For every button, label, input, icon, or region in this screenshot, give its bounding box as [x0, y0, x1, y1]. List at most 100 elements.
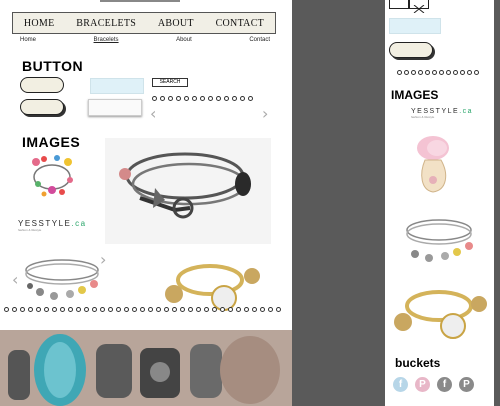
carousel-dot[interactable] — [192, 96, 197, 101]
carousel-dot[interactable] — [148, 307, 153, 312]
carousel-dot[interactable] — [168, 96, 173, 101]
carousel-dot[interactable] — [208, 96, 213, 101]
carousel-dot[interactable] — [220, 307, 225, 312]
carousel-dot[interactable] — [232, 96, 237, 101]
carousel-dot[interactable] — [240, 96, 245, 101]
nav-contact[interactable]: CONTACT — [216, 18, 265, 29]
carousel-dot[interactable] — [4, 307, 9, 312]
carousel-dot[interactable] — [100, 307, 105, 312]
carousel-dot[interactable] — [224, 96, 229, 101]
carousel-dot[interactable] — [92, 307, 97, 312]
carousel-dot[interactable] — [446, 70, 451, 75]
carousel-dot[interactable] — [124, 307, 129, 312]
carousel-dot[interactable] — [467, 70, 472, 75]
carousel-dot[interactable] — [252, 307, 257, 312]
close-icon[interactable] — [409, 0, 429, 14]
carousel-dot[interactable] — [411, 70, 416, 75]
carousel-dot[interactable] — [132, 307, 137, 312]
carousel-dot[interactable] — [397, 70, 402, 75]
carousel-dot[interactable] — [425, 70, 430, 75]
carousel-dot[interactable] — [200, 96, 205, 101]
subnav-bracelets[interactable]: Bracelets — [94, 37, 119, 43]
text-input-grey[interactable] — [88, 99, 142, 116]
carousel-dot[interactable] — [184, 96, 189, 101]
chevron-right-icon[interactable]: › — [262, 106, 268, 122]
carousel-dot[interactable] — [52, 307, 57, 312]
carousel-dot[interactable] — [204, 307, 209, 312]
carousel-dot[interactable] — [404, 70, 409, 75]
carousel-dot[interactable] — [196, 307, 201, 312]
yesstyle-logo: YESSTYLE.ca fashion & lifestyle — [18, 219, 87, 232]
carousel-dot[interactable] — [276, 307, 281, 312]
carousel-dots-top — [152, 96, 253, 101]
carousel-dot[interactable] — [432, 70, 437, 75]
minimize-icon[interactable] — [389, 0, 409, 9]
carousel-dot[interactable] — [460, 70, 465, 75]
main-page: HOME BRACELETS ABOUT CONTACT Home Bracel… — [0, 0, 292, 406]
carousel-dots-side — [397, 70, 479, 75]
text-input-blue[interactable] — [389, 18, 441, 34]
carousel-dot[interactable] — [439, 70, 444, 75]
carousel-dot[interactable] — [68, 307, 73, 312]
nav-about[interactable]: ABOUT — [158, 18, 194, 29]
pinterest-icon[interactable]: P — [415, 377, 430, 392]
carousel-dot[interactable] — [212, 307, 217, 312]
carousel-dot[interactable] — [248, 96, 253, 101]
carousel-dot[interactable] — [20, 307, 25, 312]
carousel-dot[interactable] — [188, 307, 193, 312]
carousel-dot[interactable] — [160, 96, 165, 101]
carousel-dot[interactable] — [116, 307, 121, 312]
facebook-icon[interactable]: f — [393, 377, 408, 392]
top-rule — [100, 0, 180, 2]
carousel-dot[interactable] — [172, 307, 177, 312]
text-input-blue[interactable] — [90, 78, 144, 94]
carousel-dot[interactable] — [268, 307, 273, 312]
carousel-dot[interactable] — [76, 307, 81, 312]
carousel-dot[interactable] — [60, 307, 65, 312]
gold-bracelet-image — [165, 264, 260, 311]
carousel-dot[interactable] — [140, 307, 145, 312]
nav-bracelets[interactable]: BRACELETS — [76, 18, 136, 29]
carousel-dot[interactable] — [164, 307, 169, 312]
carousel-dot[interactable] — [180, 307, 185, 312]
subnav-about[interactable]: About — [176, 37, 192, 43]
carousel-dot[interactable] — [228, 307, 233, 312]
chevron-left-icon[interactable]: ‹ — [12, 272, 18, 288]
carousel-dot[interactable] — [44, 307, 49, 312]
pill-button-outline[interactable] — [20, 77, 64, 93]
carousel-dot[interactable] — [418, 70, 423, 75]
pill-button-shadow[interactable] — [389, 42, 433, 58]
carousel-dot[interactable] — [236, 307, 241, 312]
images-section-heading-side: IMAGES — [391, 88, 439, 102]
buckets-section-heading: buckets — [395, 356, 441, 370]
carousel-dot[interactable] — [28, 307, 33, 312]
carousel-dot[interactable] — [260, 307, 265, 312]
carousel-dots-bottom — [4, 307, 281, 312]
bangle-set-image — [25, 259, 99, 300]
chevron-right-icon[interactable]: › — [100, 252, 106, 268]
subnav-contact[interactable]: Contact — [249, 37, 270, 43]
pinterest-icon[interactable]: P — [459, 377, 474, 392]
pink-bow-charm-image — [417, 136, 449, 193]
subnav-home[interactable]: Home — [20, 37, 36, 43]
carousel-dot[interactable] — [36, 307, 41, 312]
carousel-dot[interactable] — [453, 70, 458, 75]
carousel-dot[interactable] — [176, 96, 181, 101]
facebook-icon[interactable]: f — [437, 377, 452, 392]
carousel-dot[interactable] — [474, 70, 479, 75]
carousel-dot[interactable] — [152, 96, 157, 101]
main-nav: HOME BRACELETS ABOUT CONTACT — [12, 12, 276, 34]
bangle-set-image — [406, 219, 473, 262]
carousel-dot[interactable] — [12, 307, 17, 312]
carousel-dot[interactable] — [244, 307, 249, 312]
nav-home[interactable]: HOME — [24, 18, 55, 29]
carousel-dot[interactable] — [108, 307, 113, 312]
pill-button-shadow[interactable] — [20, 99, 64, 115]
carousel-dot[interactable] — [84, 307, 89, 312]
button-section-heading: BUTTON — [22, 58, 84, 74]
carousel-dot[interactable] — [216, 96, 221, 101]
carousel-dot[interactable] — [156, 307, 161, 312]
search-button[interactable]: SEARCH — [152, 78, 188, 87]
silver-bracelet-photo — [105, 138, 271, 244]
chevron-left-icon[interactable]: ‹ — [150, 106, 156, 122]
